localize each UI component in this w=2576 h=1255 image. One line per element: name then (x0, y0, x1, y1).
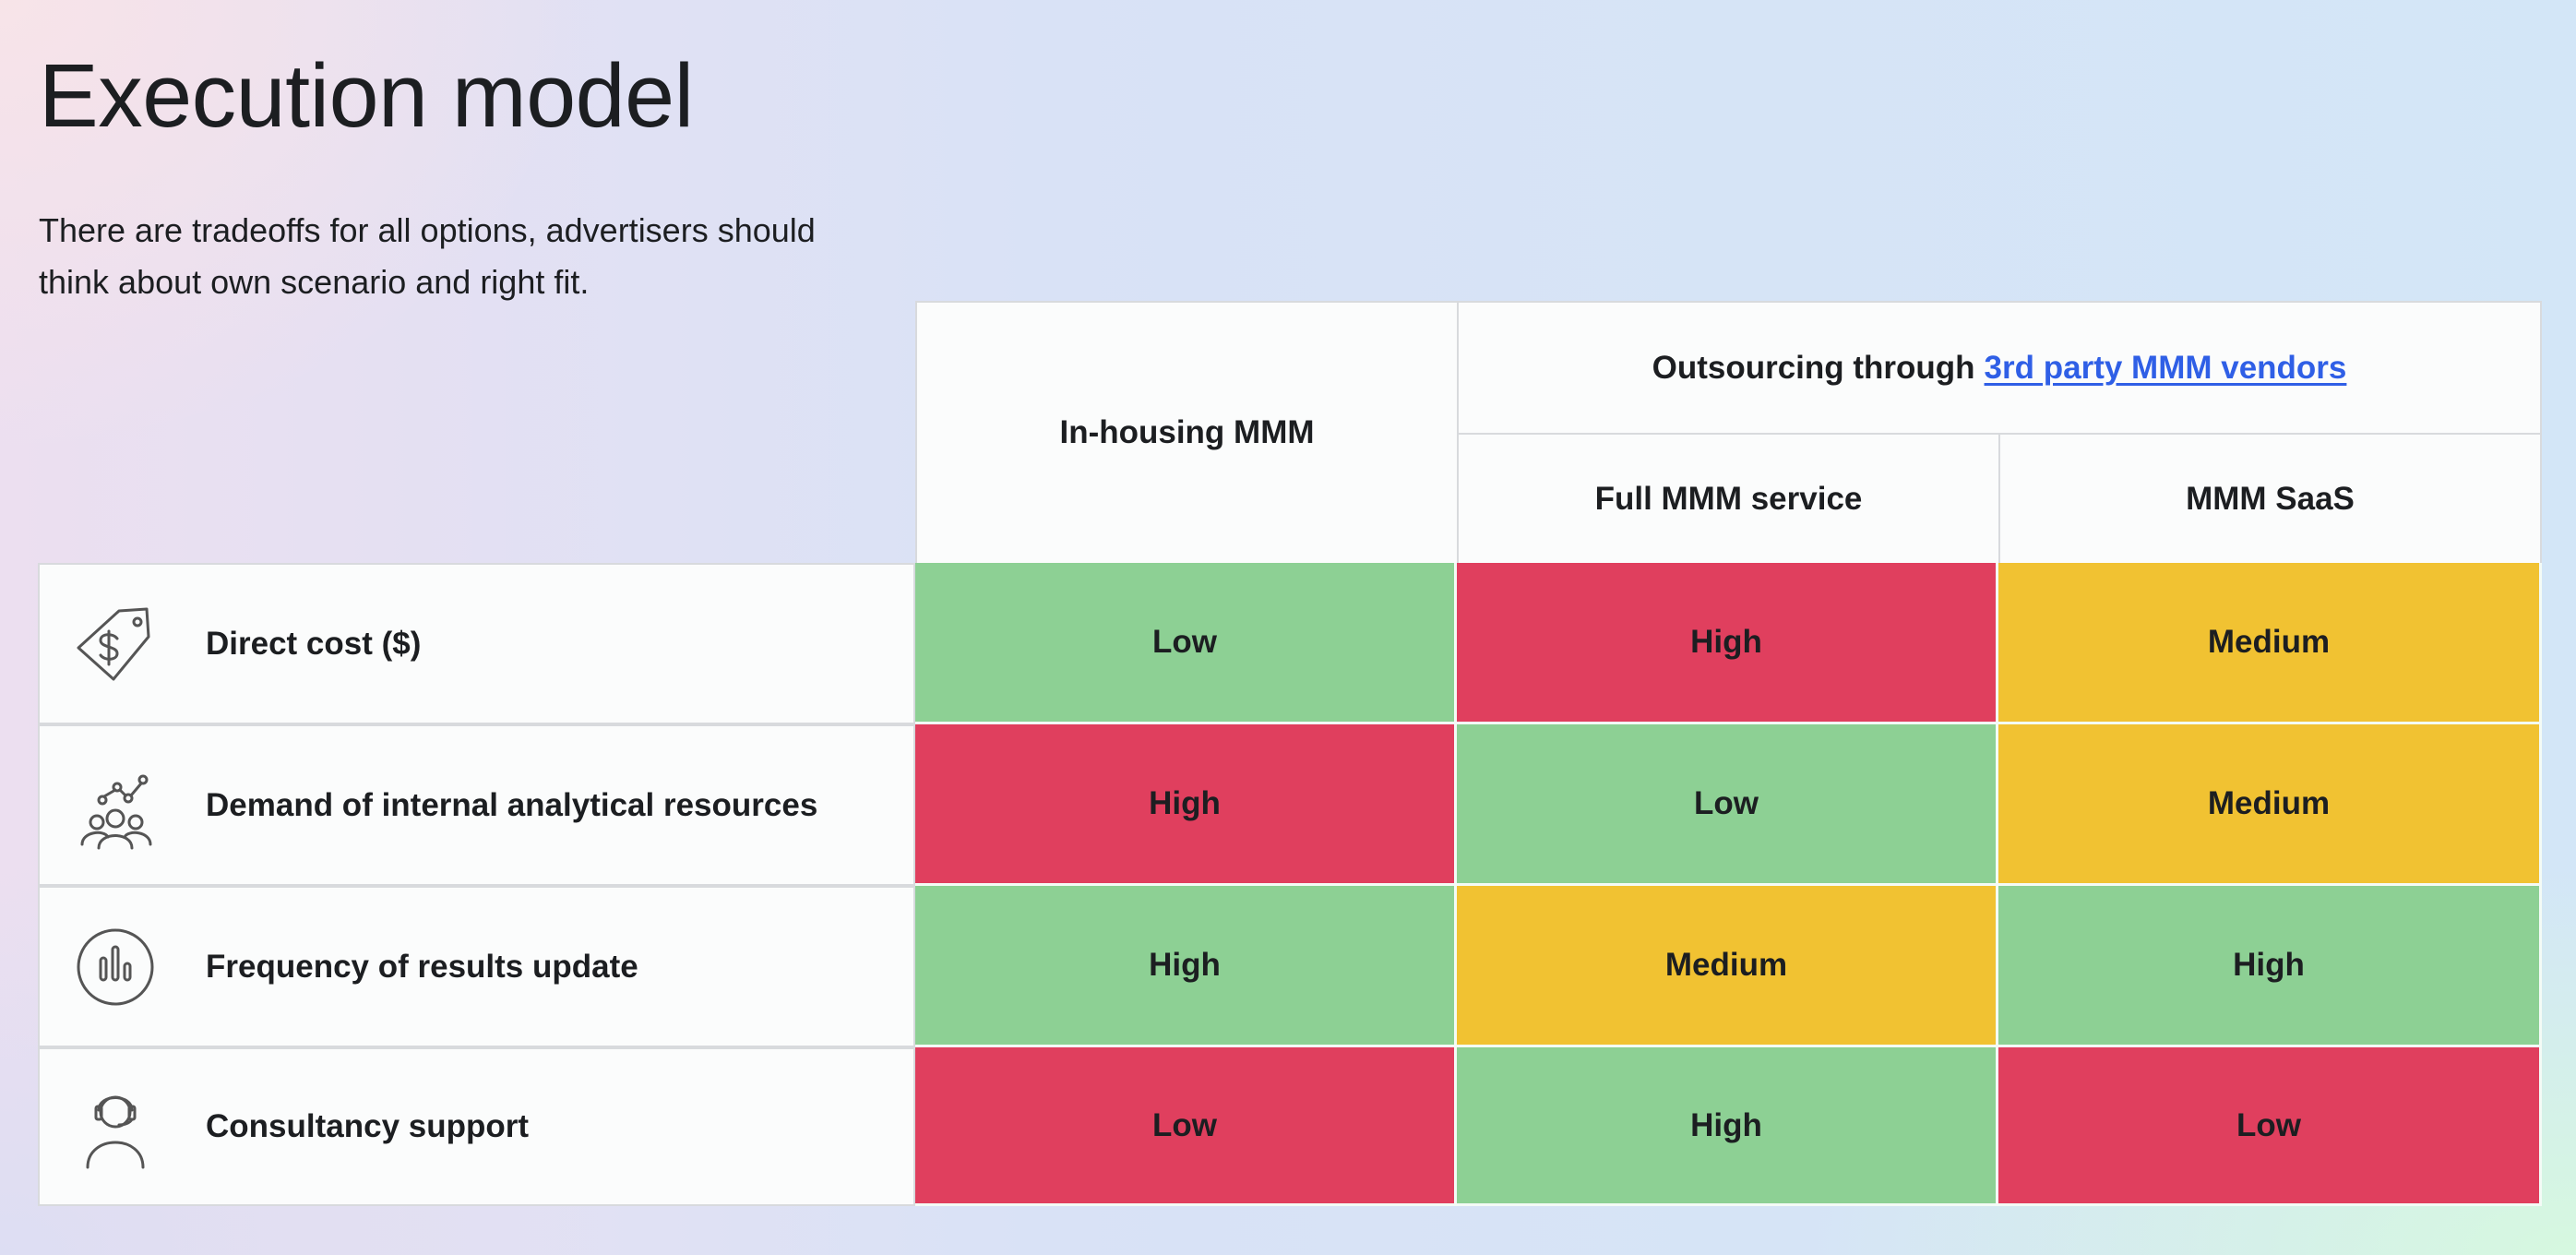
cell-value: Medium (1457, 886, 1998, 1047)
comparison-table: In-housing MMM Outsourcing through 3rd p… (38, 301, 2542, 1206)
cell-value: High (915, 724, 1457, 886)
headset-support-icon (71, 1082, 160, 1171)
third-party-vendors-link[interactable]: 3rd party MMM vendors (1985, 350, 2347, 387)
header-in-housing-label: In-housing MMM (1059, 414, 1315, 450)
row-label: Frequency of results update (206, 948, 638, 985)
cell-value: Medium (1998, 563, 2542, 724)
cell-value: High (1457, 563, 1998, 724)
row-label-cell: Demand of internal analytical resources (38, 724, 915, 886)
price-tag-dollar-icon (71, 600, 160, 688)
page-subtitle: There are tradeoffs for all options, adv… (39, 211, 816, 301)
table-row-consultancy: Consultancy support Low High Low (38, 1047, 2542, 1206)
table-row-update-frequency: Frequency of results update High Medium … (38, 886, 2542, 1047)
team-analytics-icon (71, 761, 160, 850)
header-saas-label: MMM SaaS (2186, 480, 2355, 517)
row-label-cell: Frequency of results update (38, 886, 915, 1047)
header-in-housing: In-housing MMM (915, 301, 1459, 565)
cell-value: Low (1998, 1047, 2542, 1206)
row-label-cell: Direct cost ($) (38, 563, 915, 724)
cell-value: Low (915, 563, 1457, 724)
header-outsourcing: Outsourcing through 3rd party MMM vendor… (1457, 301, 2542, 435)
header-full-service-label: Full MMM service (1594, 480, 1863, 517)
row-label-cell: Consultancy support (38, 1047, 915, 1206)
row-label: Consultancy support (206, 1108, 530, 1144)
row-label: Direct cost ($) (206, 625, 422, 662)
table-row-internal-resources: Demand of internal analytical resources … (38, 724, 2542, 886)
header-full-service: Full MMM service (1457, 433, 2000, 565)
header-saas: MMM SaaS (1998, 433, 2542, 565)
bar-chart-circle-icon (71, 923, 160, 1011)
cell-value: High (915, 886, 1457, 1047)
cell-value: Medium (1998, 724, 2542, 886)
row-label: Demand of internal analytical resources (206, 786, 818, 823)
cell-value: High (1998, 886, 2542, 1047)
cell-value: High (1457, 1047, 1998, 1206)
cell-value: Low (1457, 724, 1998, 886)
table-row-direct-cost: Direct cost ($) Low High Medium (38, 563, 2542, 724)
cell-value: Low (915, 1047, 1457, 1206)
page-title: Execution model (39, 45, 694, 146)
header-outsourcing-label: Outsourcing through (1652, 349, 1975, 386)
